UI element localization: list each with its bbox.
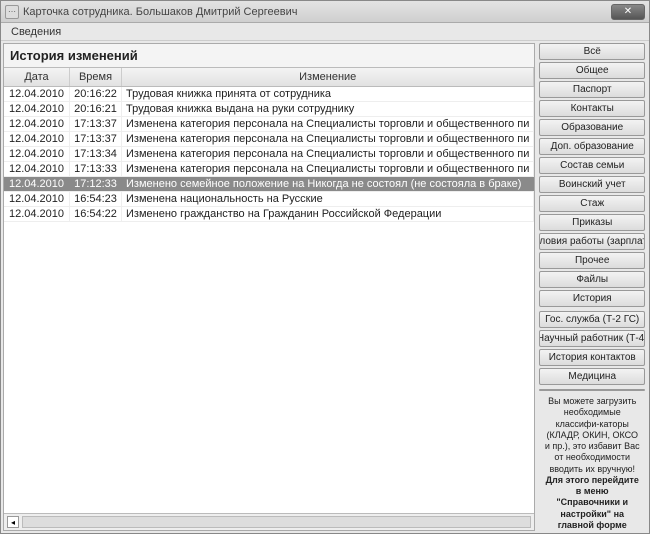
sidebar-button[interactable]: Паспорт (539, 81, 645, 98)
sidebar: Всё Общее Паспорт Контакты Образование Доп. о… (539, 43, 647, 531)
table-row[interactable]: 12.04.201017:13:37Изменена категория пер… (4, 117, 534, 132)
table-row[interactable]: 12.04.201016:54:22Изменено гражданство н… (4, 207, 534, 222)
cell-date: 12.04.2010 (4, 192, 70, 206)
cell-change: Изменена категория персонала на Специали… (122, 147, 534, 161)
cell-change: Изменена национальность на Русские (122, 192, 534, 206)
cell-date: 12.04.2010 (4, 102, 70, 116)
sidebar-button[interactable]: Стаж (539, 195, 645, 212)
cell-date: 12.04.2010 (4, 207, 70, 221)
menubar: Сведения (1, 23, 649, 41)
table-row[interactable]: 12.04.201017:13:34Изменена категория пер… (4, 147, 534, 162)
sidebar-group-extra: Гос. служба (Т-2 ГС) Научный работник (Т-… (539, 311, 645, 385)
history-panel: История изменений Дата Время Изменение 1… (3, 43, 535, 531)
close-icon: ✕ (624, 6, 632, 17)
cell-date: 12.04.2010 (4, 132, 70, 146)
app-icon: ⋯ (5, 5, 19, 19)
cell-change: Изменена категория персонала на Специали… (122, 117, 534, 131)
cell-time: 17:13:37 (70, 132, 122, 146)
cell-time: 17:13:34 (70, 147, 122, 161)
sidebar-button[interactable]: Научный работник (Т-4) (539, 330, 645, 347)
cell-change: Изменена категория персонала на Специали… (122, 162, 534, 176)
menu-item-info[interactable]: Сведения (7, 25, 65, 39)
sidebar-button[interactable]: Приказы (539, 214, 645, 231)
cell-date: 12.04.2010 (4, 117, 70, 131)
cell-date: 12.04.2010 (4, 162, 70, 176)
sidebar-button[interactable]: История контактов (539, 349, 645, 366)
info-text-bold: Для этого перейдите в меню "Справочники … (546, 475, 639, 531)
table-row[interactable]: 12.04.201020:16:22Трудовая книжка принят… (4, 87, 534, 102)
table-header: Дата Время Изменение (4, 67, 534, 87)
cell-time: 16:54:23 (70, 192, 122, 206)
cell-change: Изменено семейное положение на Никогда н… (122, 177, 534, 191)
sidebar-button[interactable]: Гос. служба (Т-2 ГС) (539, 311, 645, 328)
table-body: 12.04.201020:16:22Трудовая книжка принят… (4, 87, 534, 513)
nav-prev-button[interactable]: ◂ (7, 516, 19, 528)
cell-change: Трудовая книжка выдана на руки сотрудник… (122, 102, 534, 116)
sidebar-button[interactable]: Образование (539, 119, 645, 136)
table-row[interactable]: 12.04.201017:13:33Изменена категория пер… (4, 162, 534, 177)
info-text-line1: Вы можете загрузить необходимые классифи… (545, 396, 640, 474)
table-row[interactable]: 12.04.201020:16:21Трудовая книжка выдана… (4, 102, 534, 117)
close-button[interactable]: ✕ (611, 4, 645, 20)
info-text: Вы можете загрузить необходимые классифи… (539, 393, 645, 531)
cell-date: 12.04.2010 (4, 147, 70, 161)
cell-time: 17:12:33 (70, 177, 122, 191)
sidebar-button[interactable]: Общее (539, 62, 645, 79)
cell-time: 17:13:37 (70, 117, 122, 131)
horizontal-scrollbar[interactable] (22, 516, 531, 528)
table-footer: ◂ (4, 513, 534, 530)
col-header-change[interactable]: Изменение (122, 68, 534, 86)
sidebar-button[interactable]: Условия работы (зарплата) (539, 233, 645, 250)
table-row[interactable]: 12.04.201017:12:33Изменено семейное поло… (4, 177, 534, 192)
cell-date: 12.04.2010 (4, 87, 70, 101)
sidebar-group-main: Всё Общее Паспорт Контакты Образование Доп. о… (539, 43, 645, 307)
cell-time: 20:16:21 (70, 102, 122, 116)
cell-change: Изменена категория персонала на Специали… (122, 132, 534, 146)
sidebar-button[interactable]: Воинский учет (539, 176, 645, 193)
cell-change: Трудовая книжка принята от сотрудника (122, 87, 534, 101)
sidebar-button[interactable]: Доп. образование (539, 138, 645, 155)
cell-time: 17:13:33 (70, 162, 122, 176)
cell-time: 20:16:22 (70, 87, 122, 101)
window-title: Карточка сотрудника. Большаков Дмитрий С… (23, 6, 611, 18)
sidebar-button[interactable]: Контакты (539, 100, 645, 117)
sidebar-button[interactable]: Медицина (539, 368, 645, 385)
print-t2-button[interactable]: Печать Т-2 (Т-2 ГС, Т-4) (539, 389, 645, 391)
cell-date: 12.04.2010 (4, 177, 70, 191)
col-header-time[interactable]: Время (70, 68, 122, 86)
sidebar-button[interactable]: История (539, 290, 645, 307)
sidebar-button[interactable]: Всё (539, 43, 645, 60)
panel-heading: История изменений (4, 44, 534, 67)
sidebar-button[interactable]: Состав семьи (539, 157, 645, 174)
table-row[interactable]: 12.04.201017:13:37Изменена категория пер… (4, 132, 534, 147)
cell-time: 16:54:22 (70, 207, 122, 221)
employee-card-window: ⋯ Карточка сотрудника. Большаков Дмитрий… (0, 0, 650, 534)
chevron-left-icon: ◂ (11, 518, 15, 527)
table-row[interactable]: 12.04.201016:54:23Изменена национальност… (4, 192, 534, 207)
body: История изменений Дата Время Изменение 1… (1, 41, 649, 533)
sidebar-button[interactable]: Файлы (539, 271, 645, 288)
sidebar-button[interactable]: Прочее (539, 252, 645, 269)
col-header-date[interactable]: Дата (4, 68, 70, 86)
titlebar: ⋯ Карточка сотрудника. Большаков Дмитрий… (1, 1, 649, 23)
cell-change: Изменено гражданство на Гражданин Россий… (122, 207, 534, 221)
